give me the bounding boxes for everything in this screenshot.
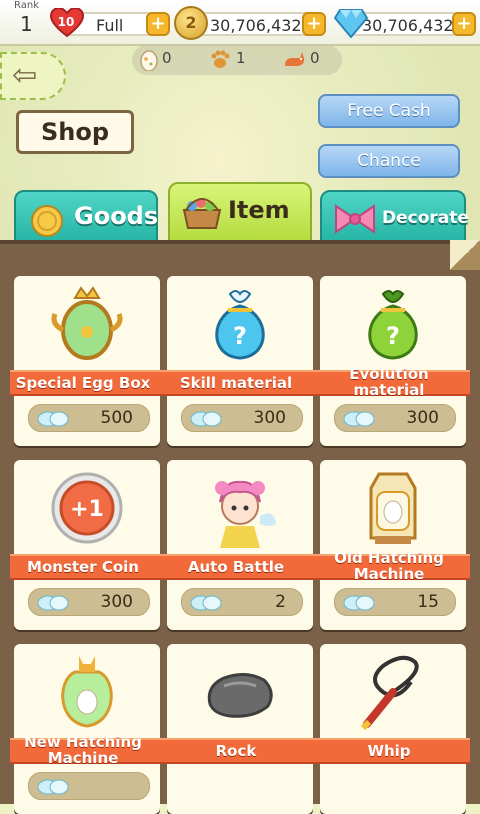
green-pouch-icon: ? xyxy=(368,290,418,360)
price-tag: 2 xyxy=(181,588,303,616)
shop-item-card[interactable]: Special Egg Box 500 xyxy=(10,276,164,446)
item-name: Old Hatching Machine xyxy=(334,549,444,583)
egg-count: 0 xyxy=(162,49,172,67)
coins-value: 30,706,432 xyxy=(210,16,302,35)
tab-decorate[interactable]: Decorate xyxy=(320,190,469,246)
svg-text:?: ? xyxy=(233,322,247,350)
add-hearts-button[interactable]: + xyxy=(146,12,170,36)
item-name: New Hatching Machine xyxy=(24,733,142,767)
item-price: 2 xyxy=(275,592,286,612)
item-name: Auto Battle xyxy=(187,558,285,576)
price-tag xyxy=(28,772,150,800)
rank-value: 1 xyxy=(20,12,33,36)
item-name: Monster Coin xyxy=(27,558,139,576)
price-tag: 300 xyxy=(28,588,150,616)
heart-icon: 10 xyxy=(49,6,85,38)
gem-pile-icon xyxy=(37,411,69,427)
item-price: 300 xyxy=(406,408,439,428)
top-status-bar: Rank 1 Full + 10 30,706,432 + 2 30,706,4… xyxy=(0,0,480,46)
monster-coin-icon: +1 xyxy=(51,472,123,544)
gem-pile-icon xyxy=(37,595,69,611)
page-title: Shop xyxy=(16,110,134,154)
item-ribbon: Monster Coin xyxy=(10,554,164,580)
item-price: 300 xyxy=(253,408,286,428)
back-arrow-icon: ⇦ xyxy=(12,58,38,93)
shop-item-card[interactable]: Auto Battle 2 xyxy=(163,460,317,630)
add-coins-button[interactable]: + xyxy=(302,12,326,36)
price-tag: 300 xyxy=(181,404,303,432)
item-ribbon: Rock xyxy=(163,738,317,764)
pet-icon xyxy=(285,52,305,66)
item-price: 500 xyxy=(100,408,133,428)
paw-icon xyxy=(211,50,230,68)
gem-pile-icon xyxy=(190,411,222,427)
free-cash-button[interactable]: Free Cash xyxy=(318,94,460,128)
item-ribbon: Special Egg Box xyxy=(10,370,164,396)
hatching-machine-icon xyxy=(369,472,417,544)
rock-icon xyxy=(207,673,273,718)
item-name: Whip xyxy=(367,742,411,760)
tab-goods-label: Goods xyxy=(74,202,159,230)
gem-pile-icon xyxy=(190,595,222,611)
shop-item-card[interactable]: Whip xyxy=(316,644,470,814)
add-gems-button[interactable]: + xyxy=(452,12,476,36)
item-ribbon: Old Hatching Machine xyxy=(316,550,470,582)
item-price: 15 xyxy=(417,592,439,612)
shop-item-card[interactable]: +1 Monster Coin 300 xyxy=(10,460,164,630)
pet-count: 0 xyxy=(310,49,320,67)
shop-item-card[interactable]: ? Skill material 300 xyxy=(163,276,317,446)
hearts-status: Full xyxy=(96,16,124,35)
tab-item-label: Item xyxy=(228,196,290,224)
item-name: Evolution material xyxy=(349,365,429,399)
egg-box-icon xyxy=(51,286,123,360)
rank-label: Rank xyxy=(14,0,39,11)
item-name: Rock xyxy=(215,742,257,760)
back-button[interactable]: ⇦ xyxy=(0,52,66,100)
gems-value: 30,706,432 xyxy=(362,16,454,35)
item-ribbon: Evolution material xyxy=(316,366,470,398)
tab-goods[interactable]: Goods xyxy=(14,190,158,246)
shop-item-card[interactable]: Old Hatching Machine 15 xyxy=(316,460,470,630)
new-hatching-machine-icon xyxy=(61,656,113,728)
gem-pile-icon xyxy=(343,411,375,427)
shop-item-card[interactable]: New Hatching Machine xyxy=(10,644,164,814)
tab-decorate-label: Decorate xyxy=(382,208,469,228)
blue-pouch-icon: ? xyxy=(215,290,265,360)
chance-button[interactable]: Chance xyxy=(318,144,460,178)
gem-pile-icon xyxy=(343,595,375,611)
coin-icon: 2 xyxy=(174,6,208,40)
basket-icon xyxy=(182,198,222,229)
svg-text:?: ? xyxy=(386,322,400,350)
item-ribbon: Whip xyxy=(316,738,470,764)
whip-icon xyxy=(360,655,419,731)
item-ribbon: Skill material xyxy=(163,370,317,396)
fairy-icon xyxy=(215,480,276,548)
tab-item[interactable]: Item xyxy=(168,182,312,242)
collection-counters: 0 1 0 xyxy=(132,45,342,75)
gem-pile-icon xyxy=(37,779,69,795)
page-fold-corner xyxy=(450,240,480,270)
egg-icon xyxy=(140,50,158,71)
shop-item-card[interactable]: Rock xyxy=(163,644,317,814)
diamond-icon xyxy=(333,8,369,39)
bow-icon xyxy=(335,204,375,234)
svg-text:+1: +1 xyxy=(70,497,104,522)
coin-icon xyxy=(31,205,63,237)
hearts-badge: 10 xyxy=(57,15,75,29)
item-name: Special Egg Box xyxy=(15,374,151,392)
item-ribbon: Auto Battle xyxy=(163,554,317,580)
item-price: 300 xyxy=(100,592,133,612)
price-tag: 15 xyxy=(334,588,456,616)
paw-count: 1 xyxy=(236,49,246,67)
price-tag: 500 xyxy=(28,404,150,432)
item-name: Skill material xyxy=(179,374,293,392)
price-tag: 300 xyxy=(334,404,456,432)
item-ribbon: New Hatching Machine xyxy=(10,734,164,766)
shop-item-card[interactable]: ? Evolution material 300 xyxy=(316,276,470,446)
